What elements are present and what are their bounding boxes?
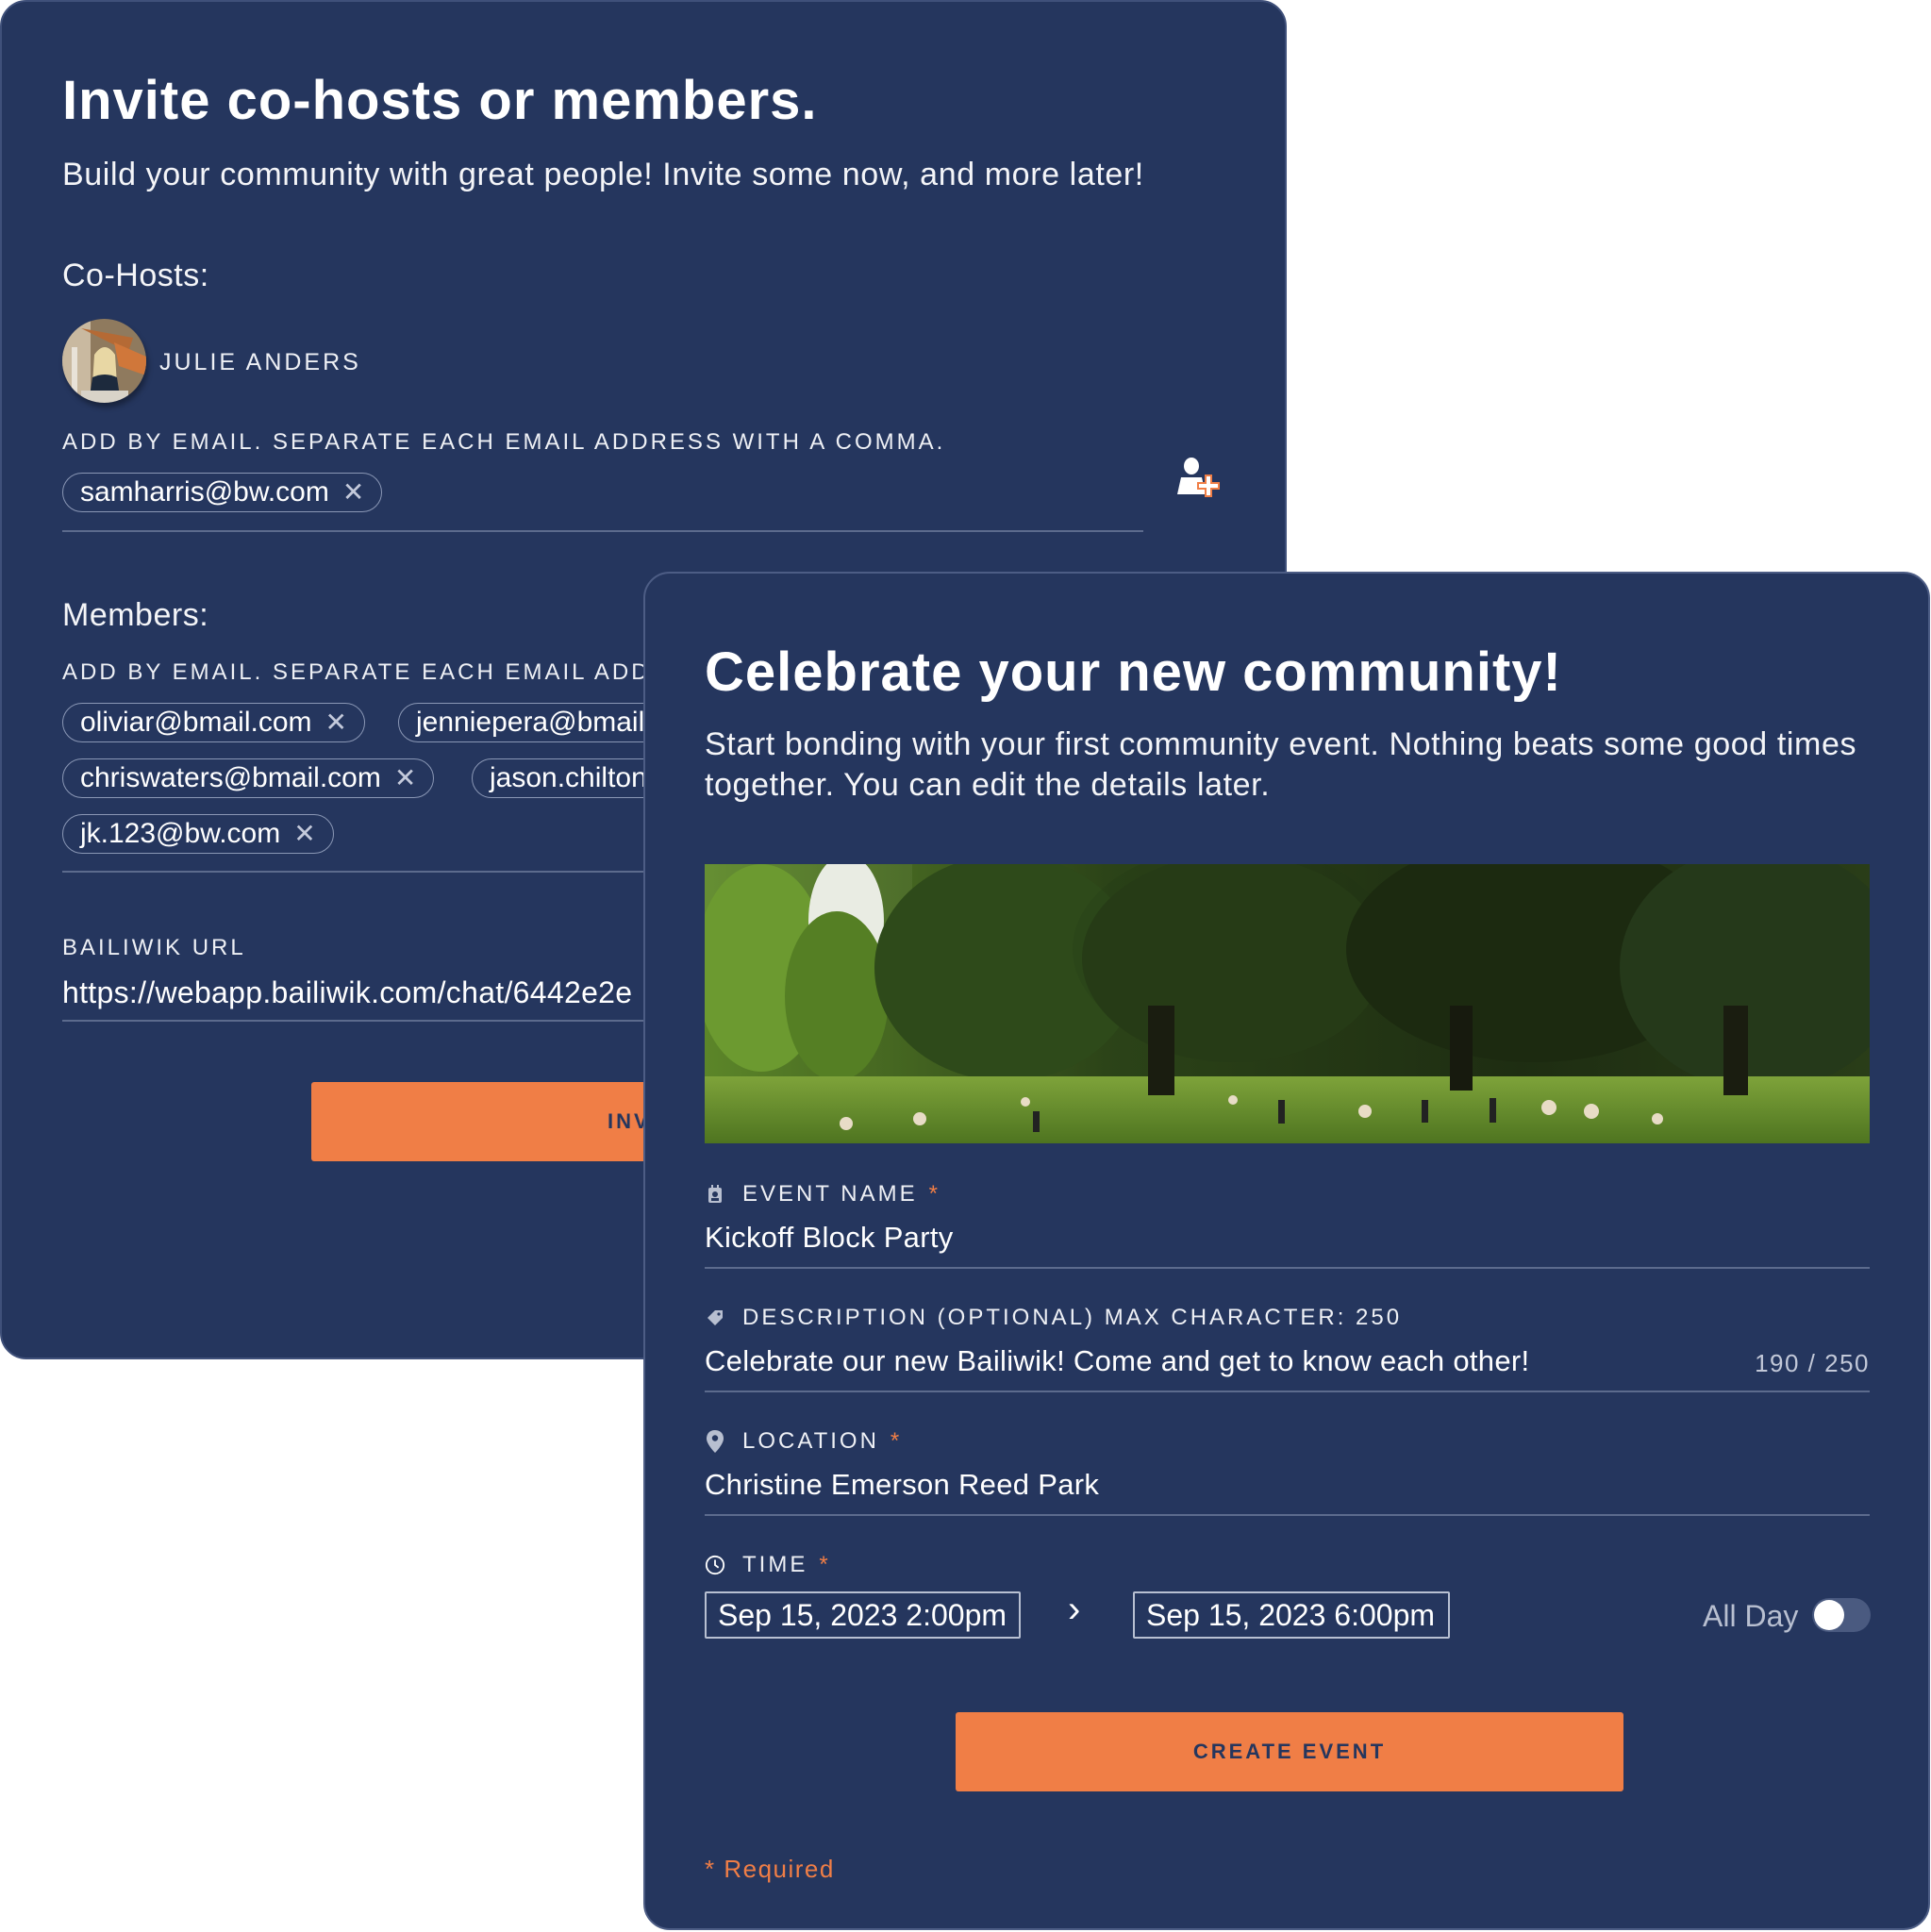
email-chip[interactable]: oliviar@bmail.com ✕ (62, 703, 365, 742)
location-input[interactable]: Christine Emerson Reed Park (705, 1470, 1099, 1499)
char-counter: 190 / 250 (1755, 1349, 1870, 1377)
description-input[interactable]: Celebrate our new Bailiwik! Come and get… (705, 1346, 1529, 1375)
clock-icon (705, 1555, 725, 1575)
event-name-label-text: EVENT NAME (742, 1181, 918, 1207)
chevron-right-icon: › (1068, 1589, 1081, 1630)
event-name-underline (705, 1267, 1870, 1269)
event-name-label: EVENT NAME * (705, 1183, 941, 1206)
required-note: * Required (705, 1855, 835, 1883)
location-label-text: LOCATION (742, 1428, 879, 1454)
description-underline (705, 1391, 1870, 1392)
remove-chip-icon[interactable]: ✕ (394, 765, 416, 791)
url-value[interactable]: https://webapp.bailiwik.com/chat/6442e2e (62, 977, 632, 1008)
description-label-text: DESCRIPTION (OPTIONAL) MAX CHARACTER: 25… (742, 1305, 1403, 1330)
required-asterisk: * (928, 1181, 941, 1207)
remove-chip-icon[interactable]: ✕ (293, 821, 315, 847)
cohost-email-input-underline[interactable] (62, 530, 1143, 532)
end-datetime-input[interactable]: Sep 15, 2023 6:00pm (1133, 1591, 1450, 1639)
event-cover-image[interactable] (705, 864, 1870, 1143)
time-label-text: TIME (742, 1552, 808, 1577)
members-label: Members: (62, 597, 209, 633)
cohosts-label: Co-Hosts: (62, 258, 209, 293)
location-label: LOCATION * (705, 1430, 902, 1453)
email-chip[interactable]: chriswaters@bmail.com ✕ (62, 758, 435, 798)
email-chip-text: samharris@bw.com (80, 476, 329, 508)
event-name-input[interactable]: Kickoff Block Party (705, 1223, 954, 1252)
email-chip-text: oliviar@bmail.com (80, 707, 312, 738)
avatar[interactable] (62, 319, 146, 403)
event-subtitle: Start bonding with your first community … (705, 726, 1857, 803)
email-chip[interactable]: jk.123@bw.com ✕ (62, 814, 334, 854)
all-day-toggle[interactable] (1812, 1598, 1871, 1632)
invite-title: Invite co-hosts or members. (62, 70, 818, 131)
event-card: Celebrate your new community! Start bond… (643, 572, 1930, 1930)
required-asterisk: * (819, 1552, 831, 1577)
time-label: TIME * (705, 1554, 831, 1576)
location-underline (705, 1514, 1870, 1516)
url-label: BAILIWIK URL (62, 935, 246, 960)
all-day-label: All Day (1703, 1599, 1799, 1633)
calendar-badge-icon (705, 1184, 725, 1205)
cohost-name: JULIE ANDERS (159, 349, 361, 375)
description-label: DESCRIPTION (OPTIONAL) MAX CHARACTER: 25… (705, 1307, 1402, 1329)
toggle-knob (1814, 1600, 1844, 1630)
create-event-button[interactable]: CREATE EVENT (956, 1712, 1623, 1791)
remove-chip-icon[interactable]: ✕ (342, 479, 364, 506)
required-asterisk: * (890, 1428, 903, 1454)
start-datetime-input[interactable]: Sep 15, 2023 2:00pm (705, 1591, 1021, 1639)
add-person-icon[interactable] (1177, 457, 1221, 504)
email-chip[interactable]: samharris@bw.com ✕ (62, 473, 383, 512)
event-title: Celebrate your new community! (705, 641, 1562, 703)
email-chip-text: chriswaters@bmail.com (80, 762, 381, 793)
cohost-email-hint: ADD BY EMAIL. SEPARATE EACH EMAIL ADDRES… (62, 429, 946, 455)
map-pin-icon (705, 1430, 725, 1453)
tag-icon (705, 1307, 725, 1328)
invite-subtitle: Build your community with great people! … (62, 157, 1144, 192)
remove-chip-icon[interactable]: ✕ (325, 709, 347, 736)
email-chip-text: jk.123@bw.com (80, 818, 281, 849)
